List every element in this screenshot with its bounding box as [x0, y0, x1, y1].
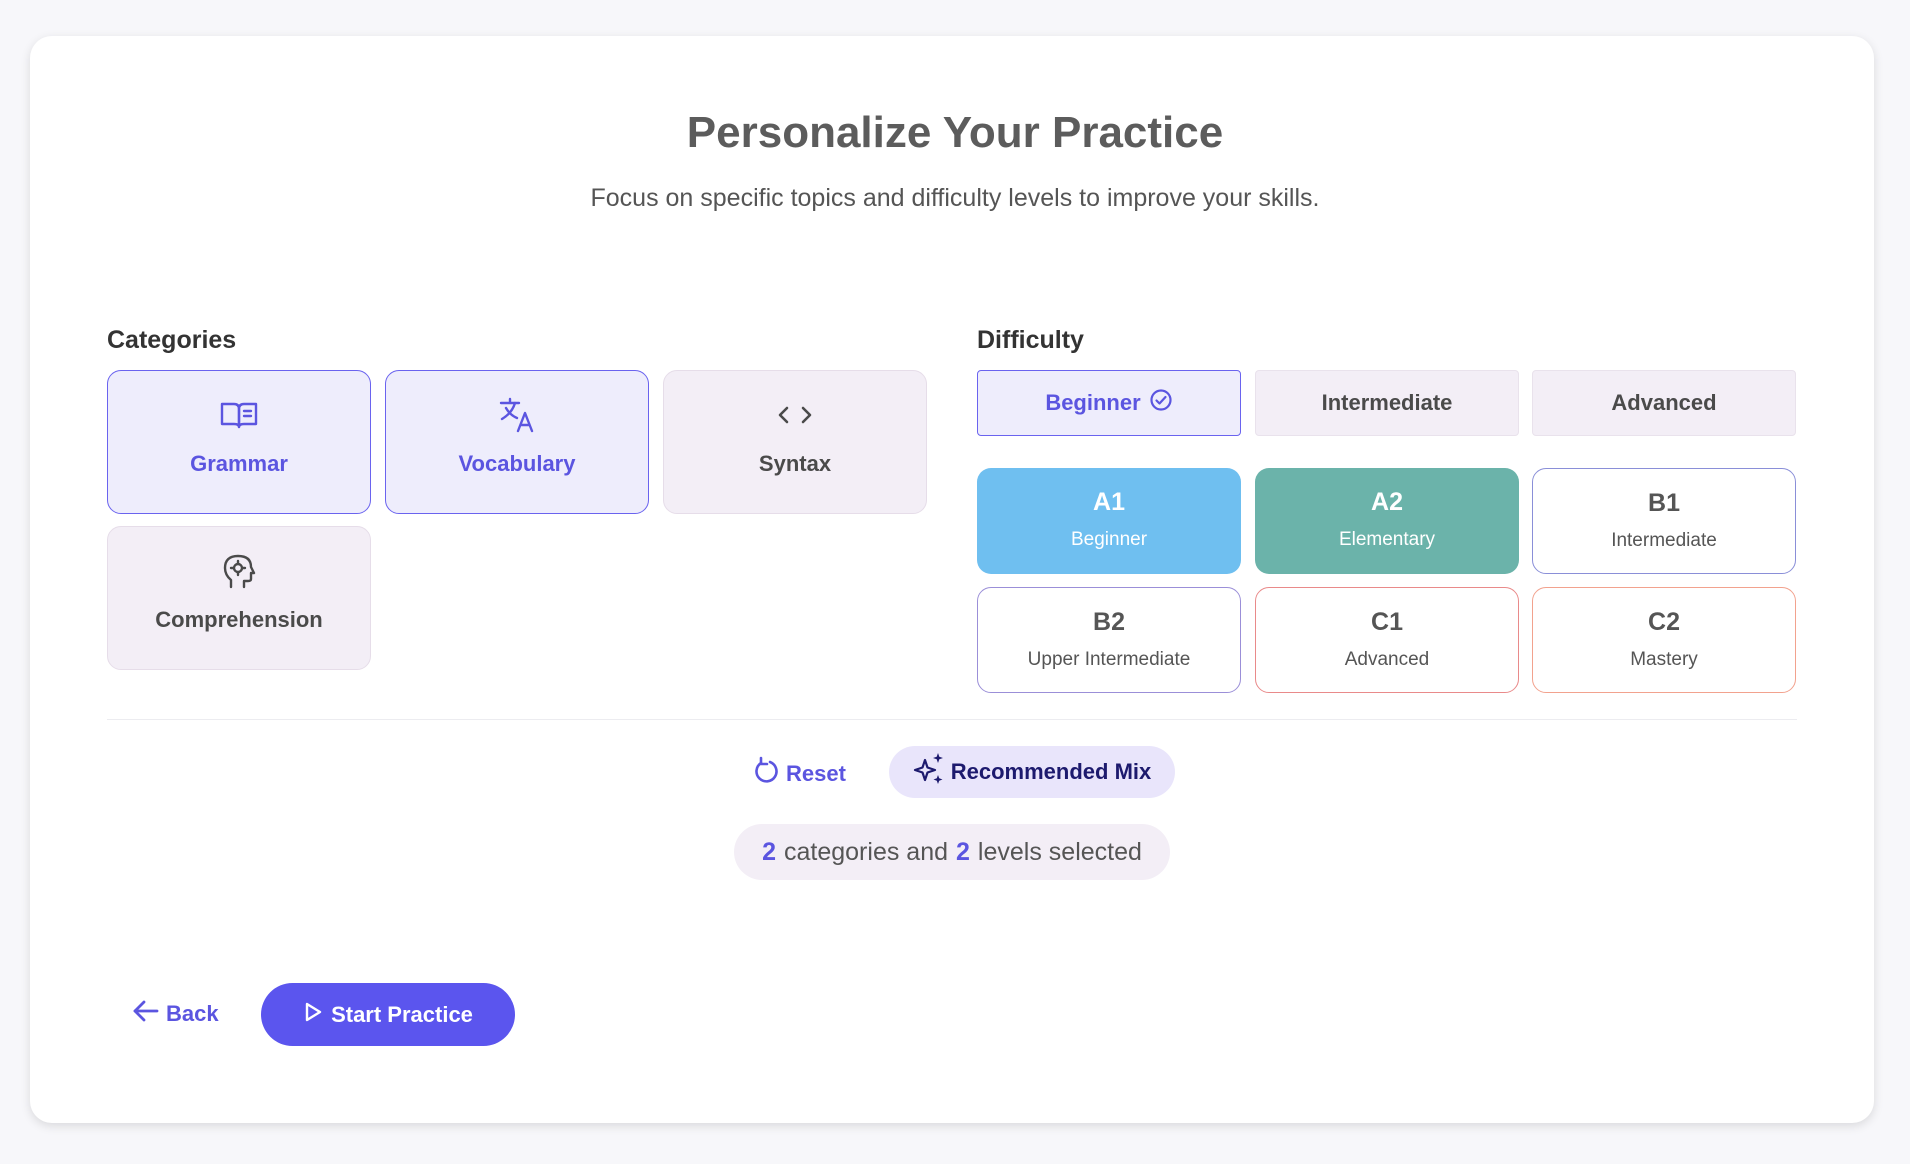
arrow-left-icon: [132, 998, 160, 1030]
category-label: Syntax: [758, 451, 832, 476]
categories-count: 2: [762, 837, 776, 866]
level-name: Upper Intermediate: [1027, 649, 1191, 670]
category-grammar[interactable]: Grammar: [107, 370, 371, 514]
level-code: A1: [1093, 488, 1125, 516]
tab-label: Advanced: [1611, 390, 1717, 415]
tab-advanced[interactable]: Advanced: [1532, 370, 1796, 436]
start-practice-label: Start Practice: [331, 1001, 473, 1027]
level-b2[interactable]: B2 Upper Intermediate: [977, 587, 1241, 693]
level-code: C1: [1371, 608, 1403, 636]
page-title: Personalize Your Practice: [686, 108, 1224, 157]
level-name: Intermediate: [1611, 530, 1717, 551]
category-vocabulary[interactable]: Vocabulary: [385, 370, 649, 514]
code-icon: [777, 397, 813, 433]
tab-label: Intermediate: [1321, 390, 1453, 415]
levels-count: 2: [956, 837, 970, 866]
tab-label: Beginner: [1045, 390, 1141, 415]
level-code: A2: [1371, 488, 1403, 516]
start-practice-button[interactable]: Start Practice: [261, 983, 515, 1046]
sparkles-icon: [913, 752, 947, 792]
reset-label: Reset: [786, 761, 846, 786]
level-code: B2: [1093, 608, 1125, 636]
level-code: C2: [1648, 608, 1680, 636]
category-comprehension[interactable]: Comprehension: [107, 526, 371, 670]
selection-summary: 2 categories and 2 levels selected: [734, 824, 1170, 880]
page-subtitle: Focus on specific topics and difficulty …: [590, 184, 1320, 212]
level-name: Advanced: [1344, 649, 1430, 670]
level-c1[interactable]: C1 Advanced: [1255, 587, 1519, 693]
category-syntax[interactable]: Syntax: [663, 370, 927, 514]
back-label: Back: [166, 1001, 219, 1026]
book-icon: [220, 397, 258, 433]
categories-label: Categories: [107, 326, 237, 354]
summary-middle-text: categories and: [784, 837, 949, 866]
tab-intermediate[interactable]: Intermediate: [1255, 370, 1519, 436]
level-b1[interactable]: B1 Intermediate: [1532, 468, 1796, 574]
category-label: Grammar: [190, 451, 288, 476]
tab-beginner[interactable]: Beginner: [977, 370, 1241, 436]
translate-icon: [499, 397, 535, 433]
divider: [107, 719, 1797, 720]
difficulty-label: Difficulty: [977, 326, 1084, 354]
reset-button[interactable]: Reset: [752, 752, 846, 796]
level-name: Mastery: [1630, 649, 1698, 670]
category-label: Vocabulary: [458, 451, 576, 476]
back-button[interactable]: Back: [132, 994, 219, 1034]
level-code: B1: [1648, 489, 1680, 517]
recommended-mix-button[interactable]: Recommended Mix: [889, 746, 1175, 798]
brain-head-icon: [222, 553, 256, 589]
summary-end-text: levels selected: [977, 837, 1142, 866]
category-label: Comprehension: [155, 607, 323, 632]
level-a1[interactable]: A1 Beginner: [977, 468, 1241, 574]
level-name: Beginner: [1070, 529, 1148, 550]
recommended-mix-label: Recommended Mix: [950, 759, 1152, 784]
level-name: Elementary: [1338, 529, 1436, 550]
level-a2[interactable]: A2 Elementary: [1255, 468, 1519, 574]
level-c2[interactable]: C2 Mastery: [1532, 587, 1796, 693]
play-icon: [303, 1001, 323, 1029]
reset-icon: [752, 756, 780, 792]
check-circle-icon: [1149, 388, 1173, 418]
